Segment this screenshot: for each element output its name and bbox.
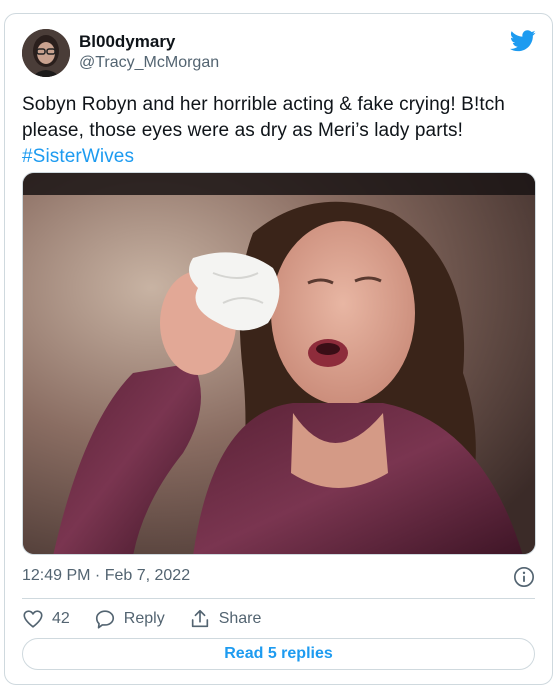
like-count: 42: [52, 610, 70, 627]
author-handle[interactable]: @Tracy_McMorgan: [79, 54, 219, 72]
avatar[interactable]: [22, 29, 70, 77]
read-replies-button[interactable]: Read 5 replies: [22, 638, 535, 670]
tweet-body: Sobyn Robyn and her horrible acting & fa…: [22, 94, 505, 141]
tweet-media-image[interactable]: [22, 172, 536, 555]
info-icon[interactable]: [513, 566, 535, 588]
tweet-timestamp[interactable]: 12:49 PM · Feb 7, 2022: [22, 567, 190, 585]
share-icon: [191, 609, 208, 628]
action-bar: 42 Reply Share: [22, 606, 285, 632]
like-button[interactable]: 42: [22, 608, 70, 630]
tweet-text: Sobyn Robyn and her horrible acting & fa…: [22, 92, 537, 170]
media-photo: [23, 173, 535, 554]
reply-button[interactable]: Reply: [94, 608, 165, 630]
divider: [22, 598, 535, 599]
reply-label: Reply: [123, 610, 165, 627]
heart-icon: [23, 610, 43, 628]
share-button[interactable]: Share: [189, 608, 262, 630]
author-display-name[interactable]: Bl00dymary: [79, 32, 175, 52]
hashtag-link[interactable]: #SisterWives: [22, 146, 134, 167]
tweet-card: Bl00dymary @Tracy_McMorgan Sobyn Robyn a…: [4, 13, 553, 685]
share-label: Share: [218, 610, 262, 627]
reply-icon: [95, 610, 114, 629]
twitter-bird-icon[interactable]: [510, 30, 536, 52]
